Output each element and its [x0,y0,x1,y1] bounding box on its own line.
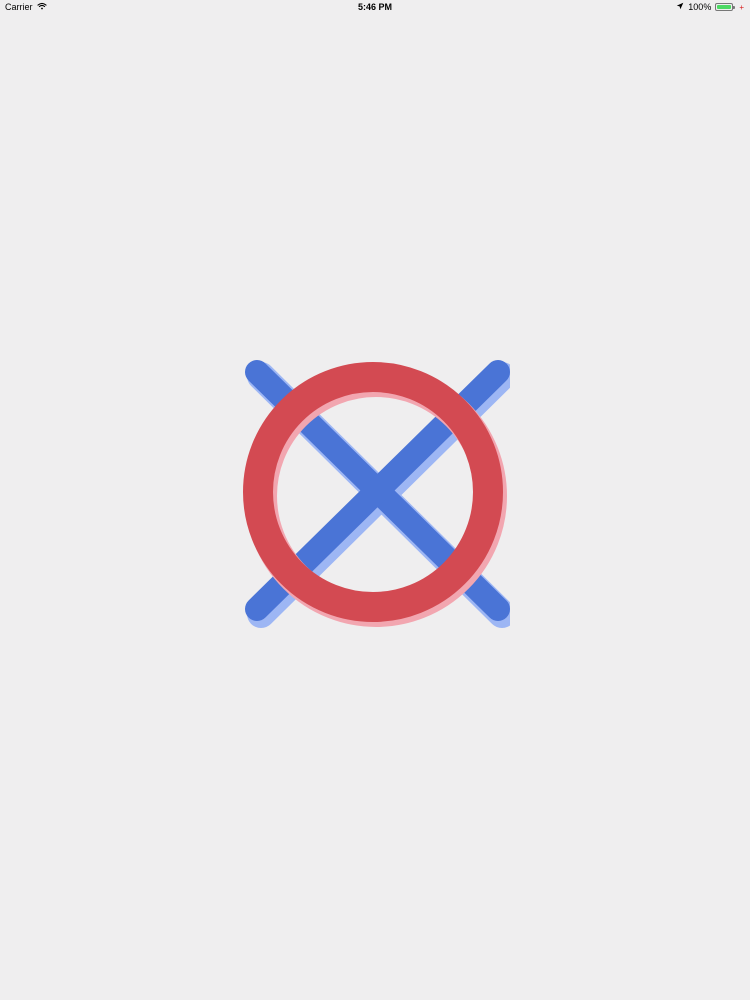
charging-bolt-icon: + [739,2,744,12]
battery-icon [715,3,736,11]
tic-tac-toe-logo [243,360,510,628]
status-time: 5:46 PM [357,2,392,12]
location-arrow-icon [676,2,684,12]
battery-fill [717,5,732,9]
battery-tip [733,6,736,9]
status-bar: Carrier 5:46 PM 100% + [0,0,750,16]
app-screen: Carrier 5:46 PM 100% + [0,0,750,1000]
battery-percentage: 100% [688,2,712,12]
status-right: 100% + [676,2,744,12]
